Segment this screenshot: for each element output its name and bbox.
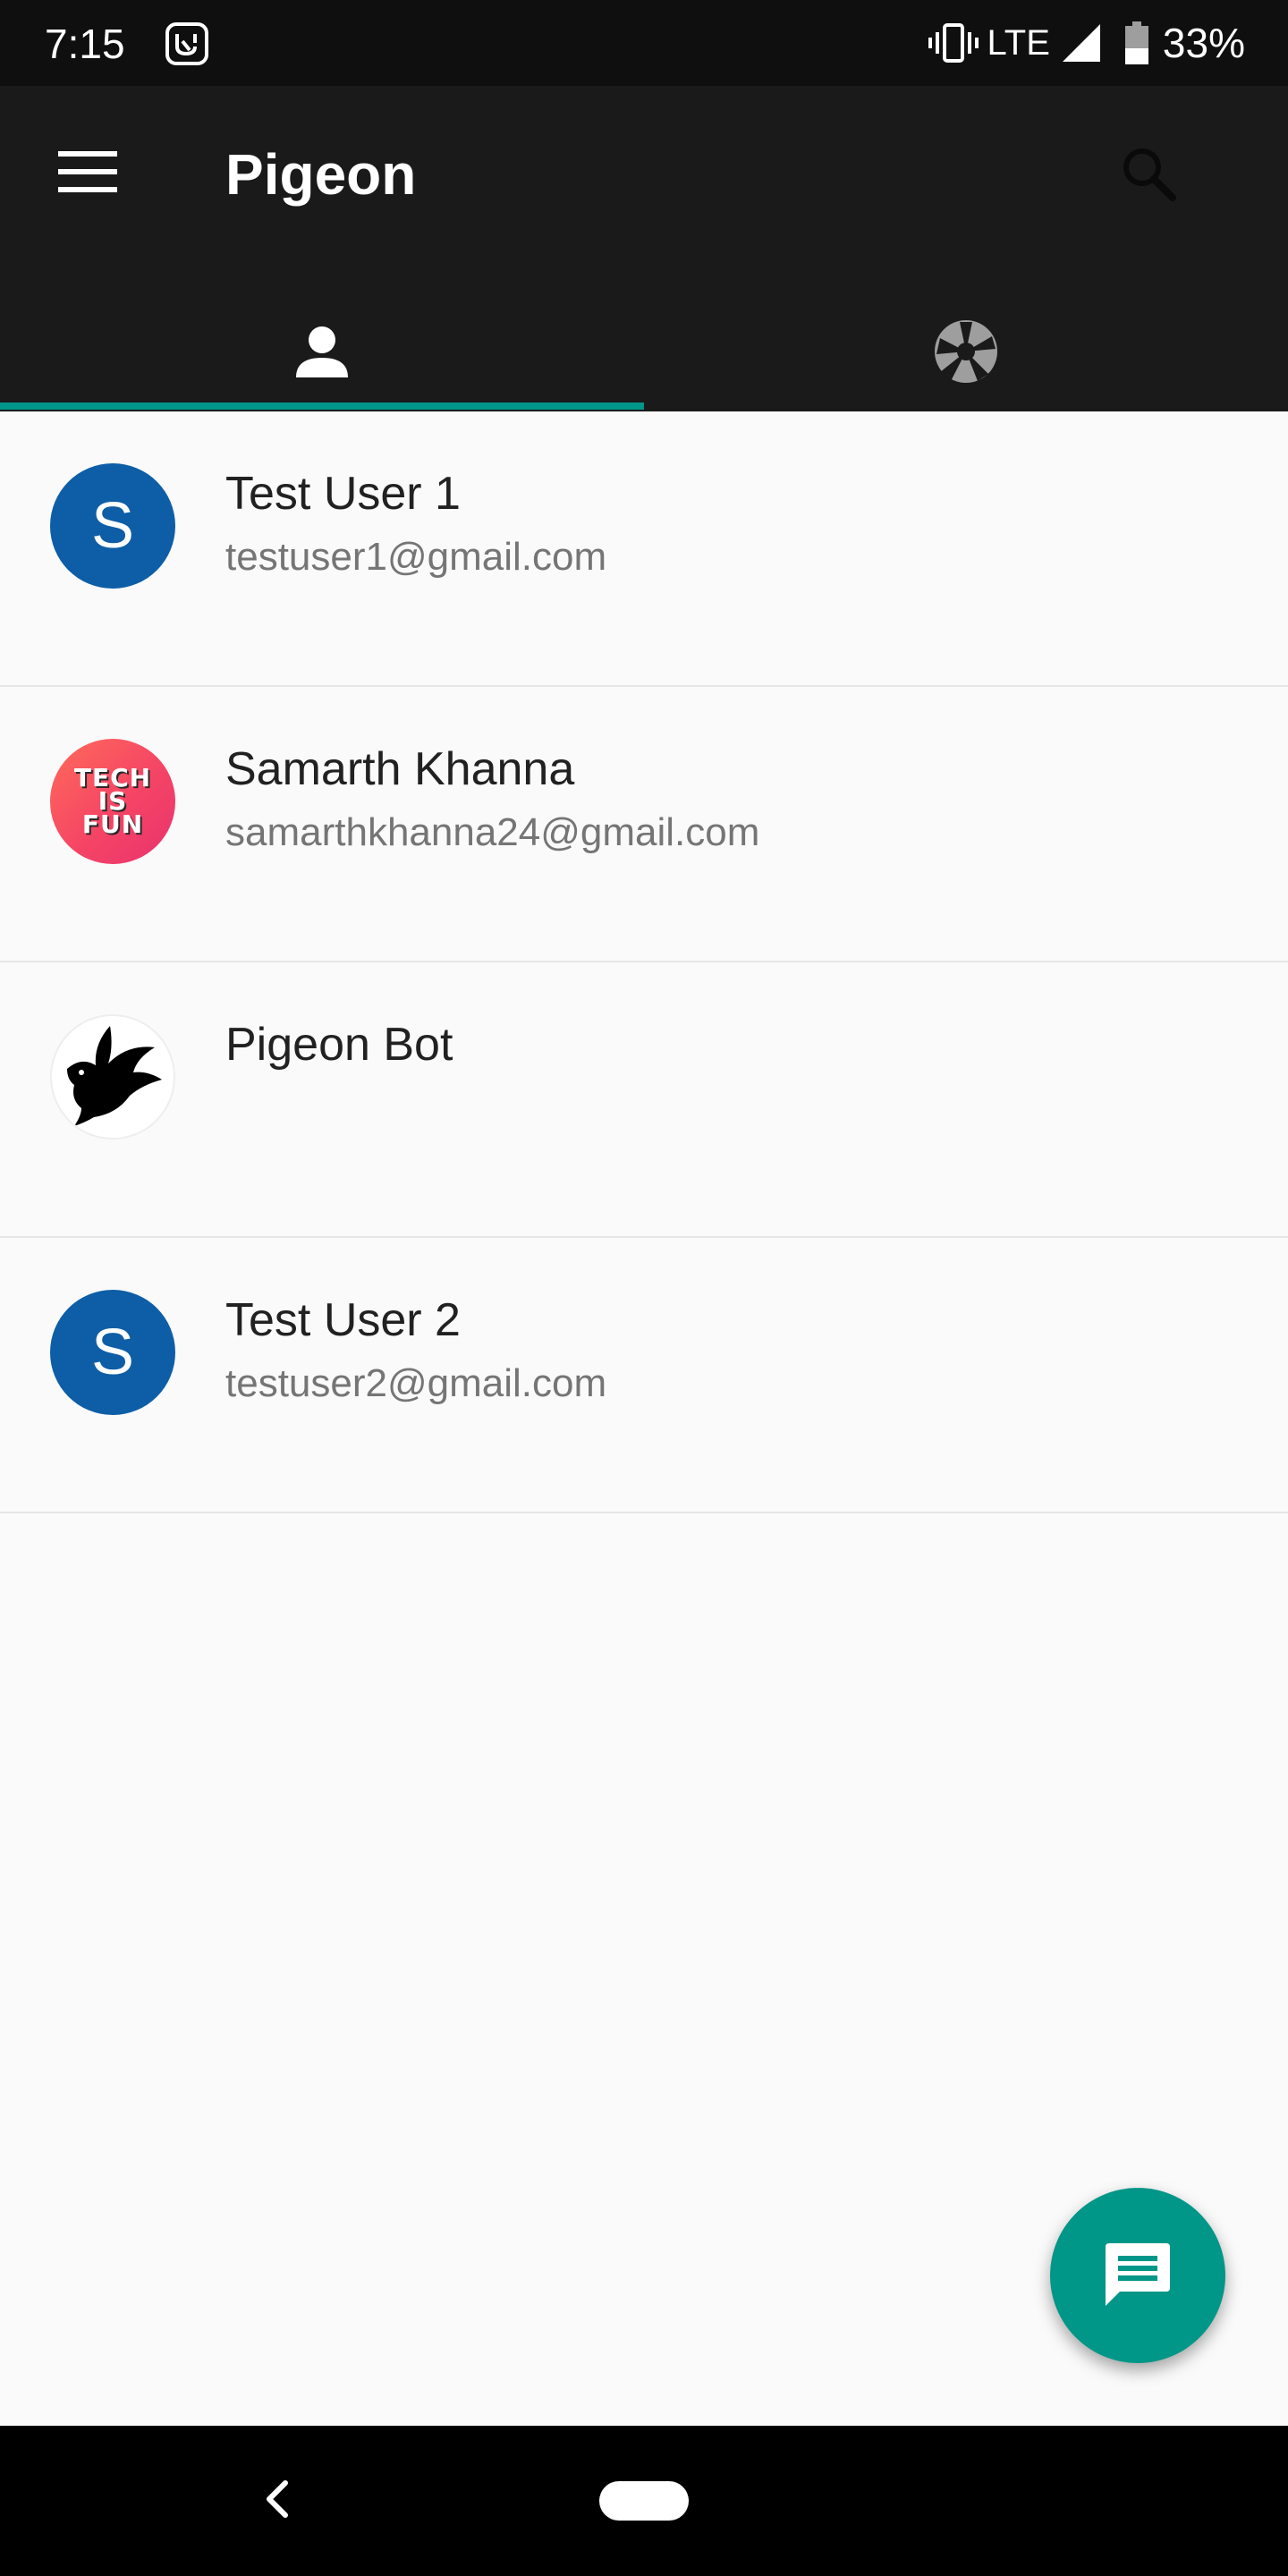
message-icon [1104,2240,1172,2312]
home-button[interactable] [599,2481,689,2521]
avatar-text-line: FUN [81,809,144,839]
contact-email: samarthkhanna24@gmail.com [225,810,760,854]
contact-email: testuser1@gmail.com [225,535,607,579]
contact-name: Pigeon Bot [225,1019,453,1071]
status-time: 7:15 [45,21,125,67]
navigation-bar [0,2426,1288,2576]
contact-list: S Test User 1 testuser1@gmail.com TECH I… [0,411,1288,1513]
menu-icon [58,150,117,197]
search-button[interactable] [1097,123,1200,227]
avatar: TECH IS FUN [50,739,175,864]
status-bar: 7:15 LTE 33% [0,0,1288,86]
tab-camera[interactable] [644,295,1288,411]
music-app-icon [165,21,209,66]
contact-item[interactable]: TECH IS FUN Samarth Khanna samarthkhanna… [0,687,1288,962]
app-title: Pigeon [225,142,417,207]
battery-icon [1124,21,1148,64]
person-icon [294,324,350,384]
camera-aperture-icon [933,318,999,389]
contact-name: Test User 2 [225,1294,461,1346]
search-icon [1121,146,1176,206]
pigeon-logo-icon [55,1017,171,1138]
signal-icon [1062,24,1100,62]
app-bar: Pigeon [0,86,1288,411]
contact-email: testuser2@gmail.com [225,1361,607,1405]
tab-indicator [0,402,644,410]
avatar [50,1014,175,1140]
contact-name: Samarth Khanna [225,743,575,795]
contact-item[interactable]: S Test User 1 testuser1@gmail.com [0,411,1288,687]
status-icons: LTE 33% [928,20,1245,66]
tab-contacts[interactable] [0,295,644,411]
back-button[interactable] [250,2467,304,2535]
vibrate-icon [928,23,979,63]
back-icon [264,2479,291,2523]
menu-button[interactable] [36,122,140,225]
network-type: LTE [987,22,1050,63]
battery-percent: 33% [1162,20,1245,66]
new-message-button[interactable] [1050,2188,1225,2363]
contact-item[interactable]: Pigeon Bot [0,962,1288,1238]
avatar: S [50,1290,175,1415]
contact-name: Test User 1 [225,468,461,520]
avatar: S [50,463,175,589]
contact-item[interactable]: S Test User 2 testuser2@gmail.com [0,1238,1288,1513]
